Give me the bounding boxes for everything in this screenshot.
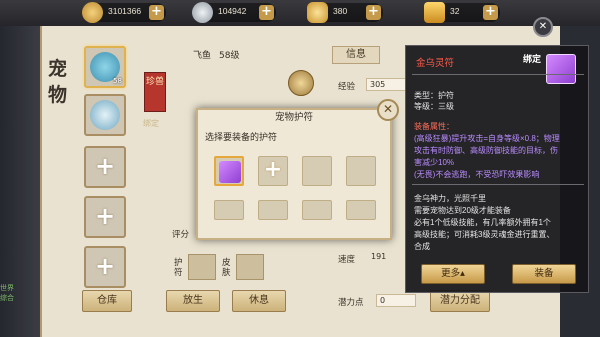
- add-gold-button[interactable]: +: [149, 5, 164, 20]
- pet-portrait-icon: [90, 100, 120, 130]
- amulet-slot[interactable]: [214, 200, 244, 220]
- amulet-slot-selected[interactable]: [214, 156, 244, 186]
- attr-line: 害减少10%: [414, 158, 455, 167]
- resource-goldbar: 32 +: [424, 2, 500, 23]
- stat-speed-label: 速度: [338, 255, 356, 265]
- gold-ingot-icon: [307, 2, 328, 23]
- plus-icon: +: [263, 157, 283, 182]
- amulet-slot[interactable]: [346, 156, 376, 186]
- stat-potential-value: 0: [376, 294, 416, 307]
- skin-slot[interactable]: [236, 254, 264, 280]
- add-goldbar-button[interactable]: +: [483, 5, 498, 20]
- pet-slot-1[interactable]: 58: [84, 46, 126, 88]
- plus-icon: +: [94, 252, 116, 280]
- amulet-slot[interactable]: [302, 200, 332, 220]
- close-icon[interactable]: ✕: [377, 99, 399, 121]
- score-label: 评分: [172, 230, 190, 240]
- desc-line: 合成: [414, 242, 430, 251]
- resource-gold-value: 3101366: [108, 6, 142, 16]
- guard-label: 护符: [174, 258, 183, 278]
- tab-info[interactable]: 信息: [332, 46, 380, 64]
- amulet-slot[interactable]: [302, 156, 332, 186]
- dialog-title: 宠物护符: [274, 112, 313, 123]
- pet-name-row: 飞鱼 58级: [193, 48, 239, 61]
- item-name: 金乌灵符: [416, 58, 455, 69]
- dialog-prompt: 选择要装备的护符: [205, 133, 278, 143]
- desc-line: 金乌神力，光照千里: [414, 194, 486, 203]
- pet-name: 飞鱼: [193, 51, 212, 61]
- amulet-icon: [546, 54, 576, 84]
- warehouse-button[interactable]: 仓库: [82, 290, 132, 312]
- chat-world[interactable]: 世界: [0, 283, 14, 293]
- resource-ingot-value: 380: [333, 6, 348, 16]
- divider: [412, 74, 584, 75]
- bound-tag: 绑定: [143, 119, 159, 128]
- divider: [412, 184, 584, 185]
- stat-exp-value: 305: [366, 78, 406, 91]
- equip-button[interactable]: 装备: [512, 264, 576, 284]
- pet-avatar-icon[interactable]: [288, 70, 314, 96]
- more-button[interactable]: 更多▴: [421, 264, 485, 284]
- resource-silver-value: 104942: [218, 6, 247, 16]
- rarity-tag: 珍兽: [144, 72, 166, 112]
- release-button[interactable]: 放生: [166, 290, 220, 312]
- stat-exp-label: 经验: [338, 82, 356, 92]
- resource-gold: 3101366 +: [82, 2, 166, 23]
- pet-slot-level: 58: [113, 77, 122, 85]
- resource-silver: 104942 +: [192, 2, 276, 23]
- amulet-icon: [219, 161, 241, 183]
- stat-potential: 潜力点 0: [338, 294, 416, 308]
- skin-label: 皮肤: [222, 258, 231, 278]
- guard-slot[interactable]: [188, 254, 216, 280]
- add-silver-button[interactable]: +: [259, 5, 274, 20]
- resource-bar: 3101366 + 104942 + 380 + 32 +: [0, 0, 600, 26]
- pet-slot-3[interactable]: +: [84, 146, 126, 188]
- item-attributes: (高级狂暴)提升攻击=自身等级×0.8；物理 攻击有时防御、高级防御技能的目标，…: [414, 133, 586, 181]
- gold-coin-icon: [82, 2, 103, 23]
- amulet-slot[interactable]: [346, 200, 376, 220]
- allocate-potential-button[interactable]: 潜力分配: [430, 290, 490, 312]
- pet-slot-2[interactable]: [84, 94, 126, 136]
- desc-line: 需要宠物达到20级才能装备: [414, 206, 511, 215]
- pet-slot-4[interactable]: +: [84, 196, 126, 238]
- silver-coin-icon: [192, 2, 213, 23]
- add-ingot-button[interactable]: +: [366, 5, 381, 20]
- chat-general[interactable]: 综合: [0, 293, 14, 303]
- desc-line: 高级技能；可消耗3级灵魂金进行重置、: [414, 230, 555, 239]
- desc-line: 必有1个低级技能，有几率额外拥有1个: [414, 218, 551, 227]
- chat-channel[interactable]: 世界 综合: [0, 283, 14, 303]
- amulet-slot-add[interactable]: +: [258, 156, 288, 186]
- attr-line: 攻击有时防御、高级防御技能的目标，伤: [414, 146, 558, 155]
- plus-icon: +: [94, 152, 116, 180]
- page-title: 宠物: [48, 58, 68, 106]
- resource-goldbar-value: 32: [450, 6, 460, 16]
- stat-speed: 速度 191: [338, 252, 386, 265]
- attr-line: (高级狂暴)提升攻击=自身等级×0.8；物理: [414, 134, 560, 143]
- item-level: 等级：三级: [414, 102, 454, 111]
- amulet-slot[interactable]: [258, 200, 288, 220]
- stat-exp: 经验 305: [338, 78, 406, 92]
- pet-level: 58级: [219, 51, 240, 61]
- attr-line: (无畏)不会逃跑，不受恐吓效果影响: [414, 170, 540, 179]
- gold-bar-icon: [424, 2, 445, 23]
- pet-slot-5[interactable]: +: [84, 246, 126, 288]
- stat-potential-label: 潜力点: [338, 298, 364, 308]
- item-attr-title: 装备属性：: [414, 122, 454, 131]
- close-icon[interactable]: ✕: [533, 17, 553, 37]
- plus-icon: +: [94, 202, 116, 230]
- item-type: 类型：护符: [414, 91, 454, 100]
- resource-ingot: 380 +: [307, 2, 383, 23]
- item-bound-label: 绑定: [523, 55, 542, 65]
- stat-speed-value: 191: [371, 252, 387, 261]
- rest-button[interactable]: 休息: [232, 290, 286, 312]
